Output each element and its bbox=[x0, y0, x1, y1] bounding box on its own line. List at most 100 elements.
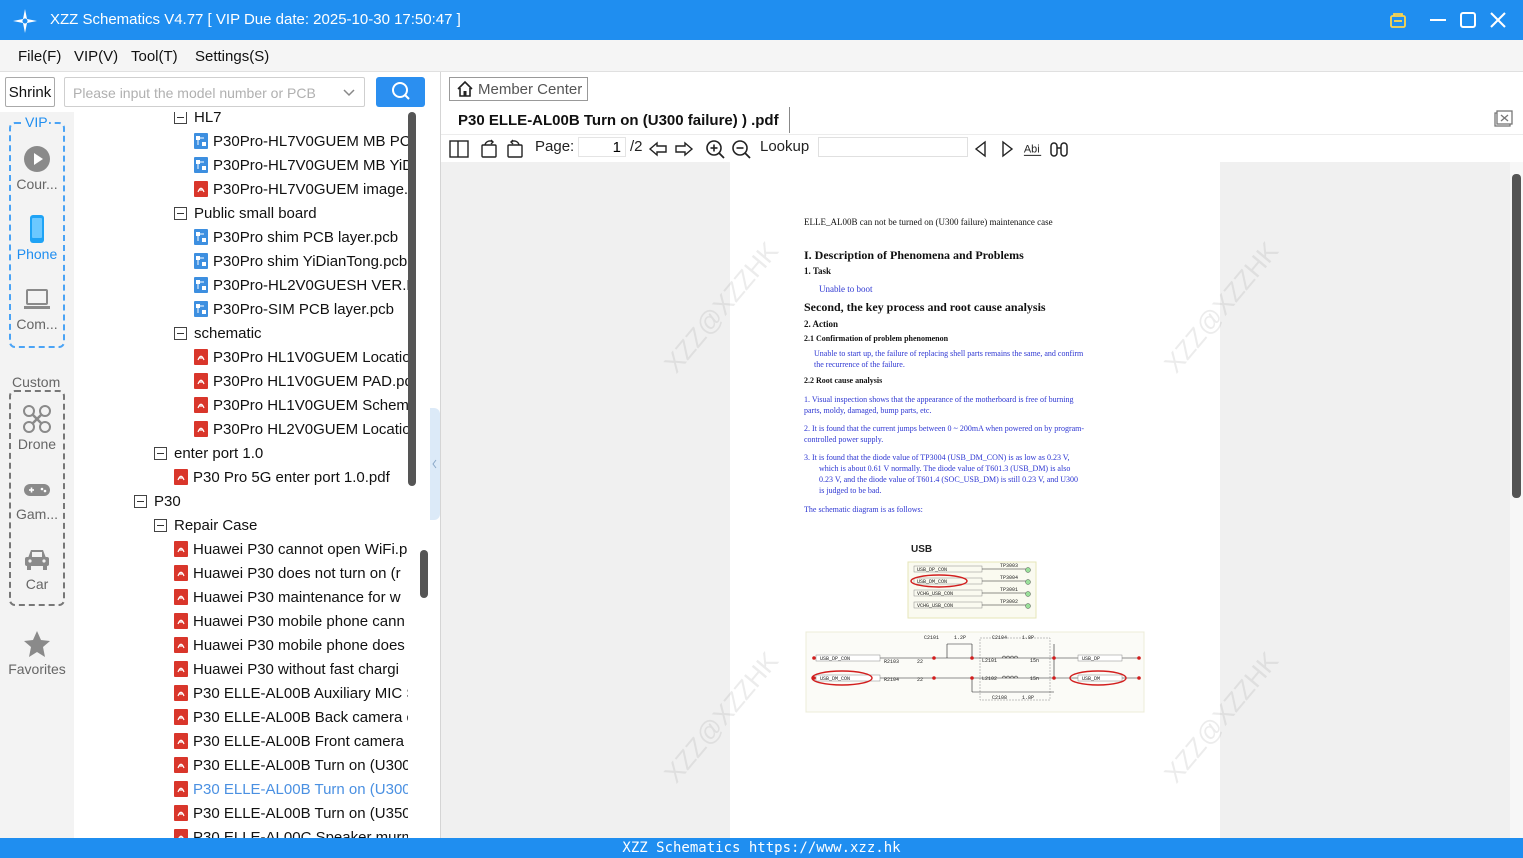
menu-settings[interactable]: Settings(S) bbox=[195, 48, 269, 65]
tree-file[interactable]: Huawei P30 does not turn on (r bbox=[174, 561, 401, 585]
chevron-down-icon[interactable] bbox=[342, 86, 356, 100]
zoom-in-icon[interactable] bbox=[705, 139, 725, 159]
star-icon bbox=[24, 631, 50, 657]
tree-file[interactable]: P30Pro HL1V0GUEM Schema bbox=[194, 393, 408, 417]
tree-file[interactable]: P30Pro-HL7V0GUEM MB PCB bbox=[194, 129, 408, 153]
vip-box-icon[interactable] bbox=[1386, 8, 1410, 32]
collapse-toggle-icon[interactable] bbox=[174, 326, 187, 340]
binoculars-icon[interactable] bbox=[1049, 139, 1069, 159]
page-number-input[interactable] bbox=[578, 137, 626, 157]
prev-page-icon[interactable] bbox=[648, 139, 668, 159]
tree-file[interactable]: P30 ELLE-AL00B Back camera ca bbox=[174, 705, 408, 729]
collapse-toggle-icon[interactable] bbox=[174, 206, 187, 220]
sidebar-toggle-icon[interactable] bbox=[449, 139, 469, 159]
tree-file[interactable]: P30 ELLE-AL00B Front camera c bbox=[174, 729, 408, 753]
minimize-icon[interactable] bbox=[1426, 8, 1450, 32]
menu-tool[interactable]: Tool(T) bbox=[131, 48, 178, 65]
tree-folder[interactable]: schematic bbox=[174, 321, 262, 345]
maximize-icon[interactable] bbox=[1456, 8, 1480, 32]
rail-item-game[interactable]: Gam... bbox=[0, 474, 74, 522]
tree-file[interactable]: Huawei P30 cannot open WiFi.p bbox=[174, 537, 407, 561]
rail-item-favorites[interactable]: Favorites bbox=[0, 629, 74, 677]
pdf-file-icon bbox=[174, 565, 188, 581]
menu-vip[interactable]: VIP(V) bbox=[74, 48, 118, 65]
svg-text:R2104: R2104 bbox=[884, 677, 899, 683]
tree-scrollbar-horizontal-thumb[interactable] bbox=[420, 550, 428, 598]
tree-item-label: P30Pro-SIM PCB layer.pcb bbox=[213, 300, 394, 318]
tree-scrollbar-thumb[interactable] bbox=[408, 112, 416, 486]
tree-item-label: P30 ELLE-AL00B Back camera ca bbox=[193, 708, 408, 726]
tree-file[interactable]: P30 ELLE-AL00B Turn on (U300 bbox=[174, 753, 408, 777]
rotate-right-icon[interactable] bbox=[505, 139, 525, 159]
svg-text:USB_DP_CON: USB_DP_CON bbox=[917, 567, 947, 573]
panel-splitter[interactable] bbox=[430, 408, 440, 520]
tree-file[interactable]: P30 ELLE-AL00B Turn on (U300 bbox=[174, 777, 408, 801]
pdf-file-icon bbox=[174, 661, 188, 677]
tree-file[interactable]: P30Pro-SIM PCB layer.pcb bbox=[194, 297, 394, 321]
rotate-left-icon[interactable] bbox=[479, 139, 499, 159]
member-center-button[interactable]: Member Center bbox=[449, 77, 588, 101]
rail-item-drone[interactable]: Drone bbox=[0, 404, 74, 452]
rail-item-phone[interactable]: Phone bbox=[0, 214, 74, 262]
document-tab[interactable]: P30 ELLE-AL00B Turn on (U300 failure) ) … bbox=[448, 107, 790, 133]
tree-file[interactable]: P30Pro-HL2V0GUESH VER.D bbox=[194, 273, 408, 297]
svg-text:L2102: L2102 bbox=[982, 676, 997, 682]
tree-folder[interactable]: enter port 1.0 bbox=[154, 441, 263, 465]
tree-folder[interactable]: P30 bbox=[134, 489, 181, 513]
tree-file[interactable]: Huawei P30 mobile phone cann bbox=[174, 609, 405, 633]
tree-item-label: P30Pro HL1V0GUEM Locatio bbox=[213, 348, 408, 366]
next-page-icon[interactable] bbox=[674, 139, 694, 159]
match-case-icon[interactable]: Abi bbox=[1023, 139, 1043, 159]
pdf-file-icon bbox=[174, 541, 188, 557]
phone-icon bbox=[30, 215, 44, 243]
tree-file[interactable]: P30Pro-HL7V0GUEM MB YiD bbox=[194, 153, 408, 177]
pdf-file-icon bbox=[174, 805, 188, 821]
close-icon[interactable] bbox=[1486, 8, 1510, 32]
pdf-file-icon bbox=[174, 685, 188, 701]
find-next-icon[interactable] bbox=[997, 139, 1017, 159]
home-icon bbox=[457, 80, 473, 97]
collapse-toggle-icon[interactable] bbox=[154, 446, 167, 460]
tab-close-icon[interactable] bbox=[1493, 110, 1513, 128]
tree-file[interactable]: P30 ELLE-AL00C Speaker murmu bbox=[174, 825, 408, 838]
lookup-input[interactable] bbox=[818, 137, 968, 157]
rail-item-course[interactable]: Cour... bbox=[0, 144, 74, 192]
search-icon bbox=[391, 81, 410, 100]
rail-item-car[interactable]: Car bbox=[0, 544, 74, 592]
tree-file[interactable]: P30 ELLE-AL00B Auxiliary MIC S bbox=[174, 681, 408, 705]
tree-folder[interactable]: Repair Case bbox=[154, 513, 257, 537]
find-previous-icon[interactable] bbox=[971, 139, 991, 159]
tree-folder[interactable]: HL7 bbox=[174, 112, 222, 129]
svg-text:22: 22 bbox=[917, 677, 923, 683]
search-combobox[interactable] bbox=[64, 77, 365, 107]
collapse-toggle-icon[interactable] bbox=[134, 494, 147, 508]
pdf-file-icon bbox=[194, 181, 208, 197]
gamepad-icon bbox=[24, 484, 50, 496]
title-bar: XZZ Schematics V4.77 [ VIP Due date: 202… bbox=[0, 0, 1523, 40]
pdf-viewer[interactable]: ELLE_AL00B can not be turned on (U300 fa… bbox=[441, 162, 1510, 838]
tree-file[interactable]: P30Pro shim PCB layer.pcb bbox=[194, 225, 398, 249]
tree-file[interactable]: P30 ELLE-AL00B Turn on (U3501 bbox=[174, 801, 408, 825]
collapse-toggle-icon[interactable] bbox=[154, 518, 167, 532]
tree-file[interactable]: P30 Pro 5G enter port 1.0.pdf bbox=[174, 465, 390, 489]
collapse-toggle-icon[interactable] bbox=[174, 112, 187, 124]
search-button[interactable] bbox=[376, 77, 425, 107]
tree-folder[interactable]: Public small board bbox=[174, 201, 317, 225]
tree-file[interactable]: Huawei P30 without fast chargi bbox=[174, 657, 399, 681]
rail-item-computer[interactable]: Com... bbox=[0, 284, 74, 332]
tree-file[interactable]: P30Pro HL1V0GUEM Locatio bbox=[194, 345, 408, 369]
tree-file[interactable]: P30Pro shim YiDianTong.pcb bbox=[194, 249, 407, 273]
tree-item-label: P30Pro-HL7V0GUEM MB YiD bbox=[213, 156, 408, 174]
zoom-out-icon[interactable] bbox=[731, 139, 751, 159]
search-input[interactable] bbox=[73, 83, 333, 103]
tree-file[interactable]: P30Pro HL1V0GUEM PAD.pd bbox=[194, 369, 408, 393]
tree-file[interactable]: P30Pro HL2V0GUEM Locatio bbox=[194, 417, 408, 441]
shrink-button[interactable]: Shrink bbox=[5, 77, 55, 107]
menu-file[interactable]: File(F) bbox=[18, 48, 61, 65]
pdf-file-icon bbox=[194, 421, 208, 437]
tree-file[interactable]: Huawei P30 mobile phone does bbox=[174, 633, 405, 657]
tree-file[interactable]: Huawei P30 maintenance for w bbox=[174, 585, 401, 609]
tree-item-label: HL7 bbox=[194, 112, 222, 126]
tree-file[interactable]: P30Pro-HL7V0GUEM image.p bbox=[194, 177, 408, 201]
viewer-scrollbar-thumb[interactable] bbox=[1512, 174, 1521, 498]
